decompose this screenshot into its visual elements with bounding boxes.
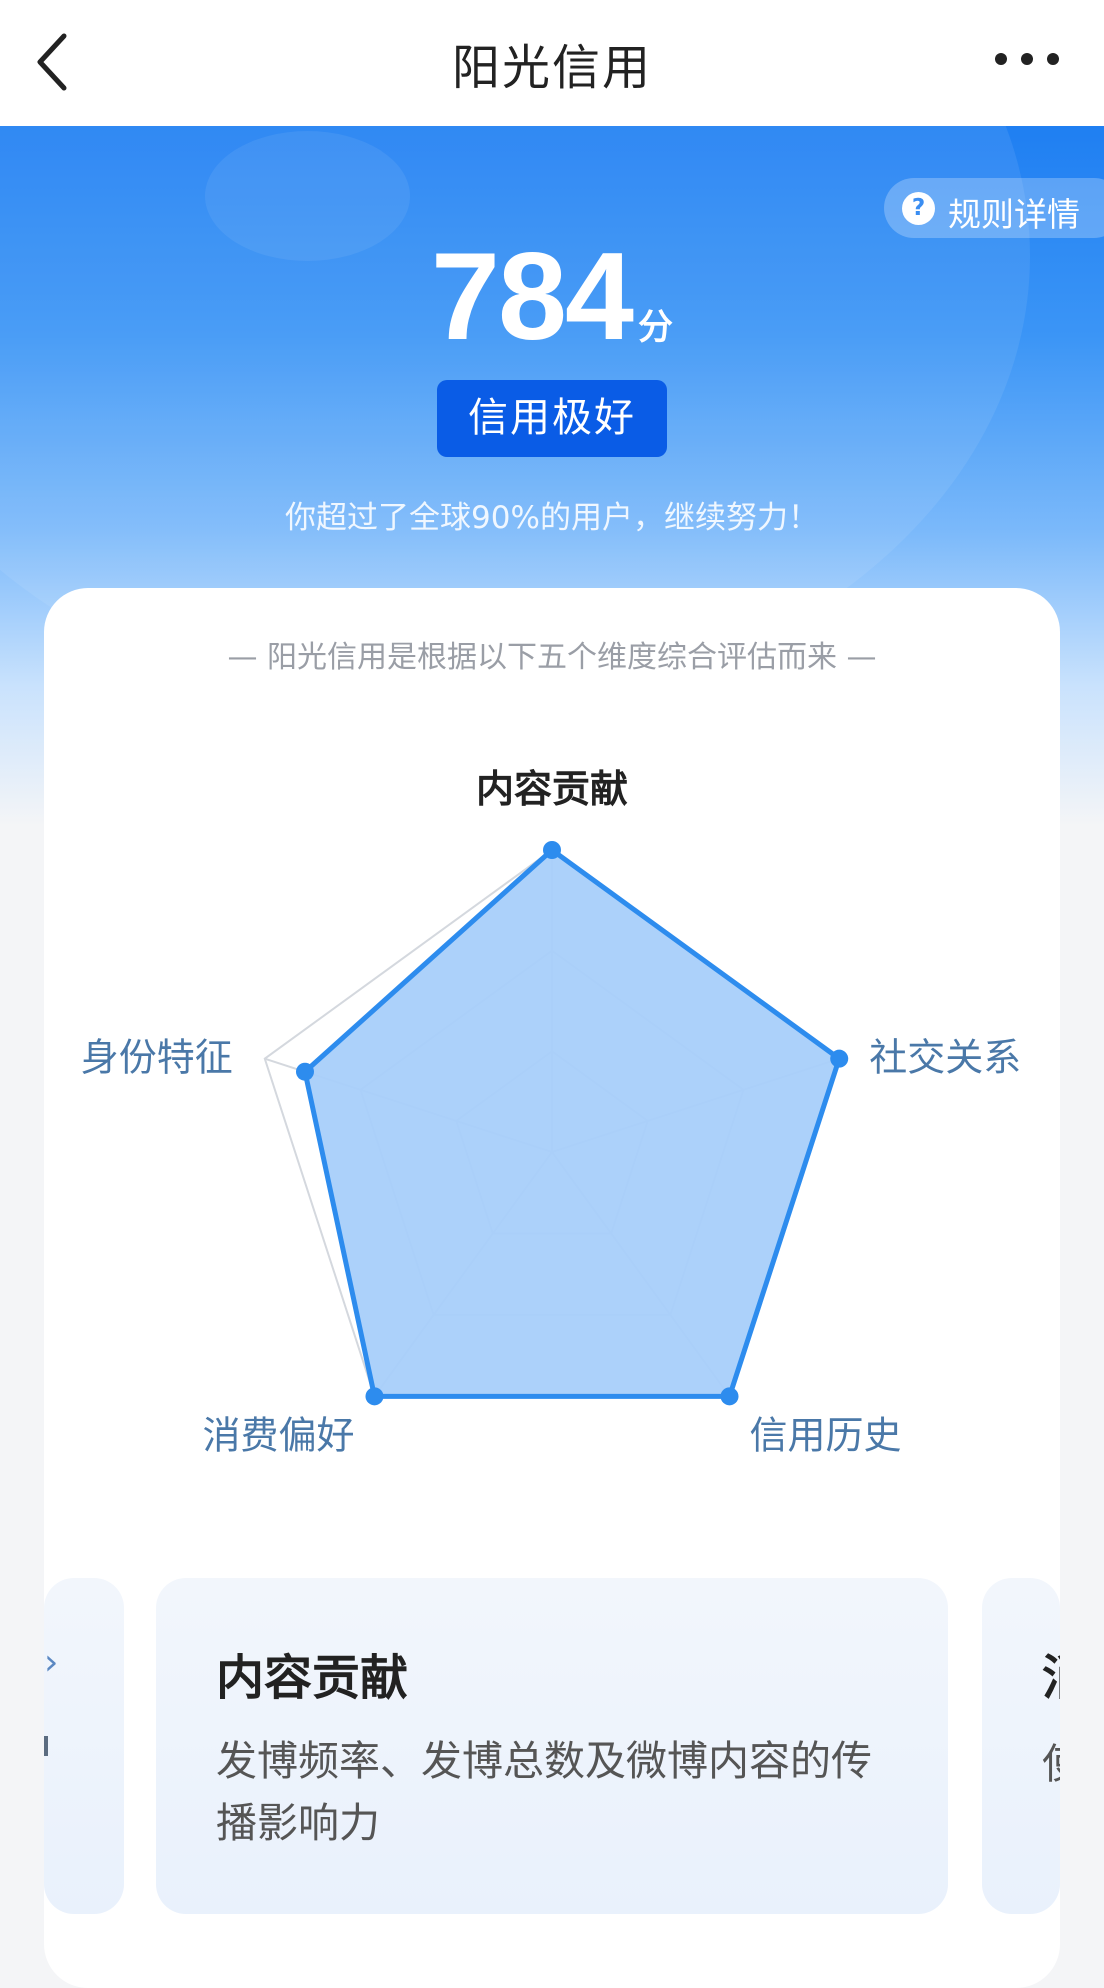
radar-label-3: 信用历史 [750,1413,902,1457]
dimension-desc: 发博频率、发博总数及微博内容的传播影响力 [216,1737,872,1847]
rank-text: 你超过了全球90%的用户，继续努力！ [285,500,819,536]
radar-point-3 [720,1387,739,1406]
dimension-desc-next: 使 [1042,1730,1060,1790]
radar-label-1: 内容贡献 [476,767,628,811]
question-icon: ? [902,192,935,225]
credit-level-badge: 信用极好 [437,380,667,457]
radar-label-2: 社交关系 [869,1036,1021,1080]
radar-point-4 [365,1387,384,1406]
dimension-title-next: 消 [1042,1638,1060,1708]
radar-label-5: 身份特征 [81,1036,233,1080]
radar-data-area [302,847,842,1399]
dimension-title: 内容贡献 [216,1650,409,1706]
radar-point-1 [543,841,561,859]
radar-chart: 内容贡献社交关系信用历史 消费偏好 身份特征 [81,767,1021,1457]
dimension-card-current[interactable]: 内容贡献 发博频率、发博总数及微博内容的传播影响力 [156,1578,948,1914]
dimension-card-next[interactable]: 消 使 [982,1578,1060,1914]
score-display: 784 分 [0,226,1104,368]
prev-card-text-fragment [44,1736,48,1756]
more-button[interactable] [992,44,1062,74]
page-title: 阳光信用 [451,40,652,96]
radar-label-4: 消费偏好 [202,1413,354,1457]
dimension-card-prev[interactable]: › [44,1578,124,1914]
nav-bar: 阳光信用 [0,0,1104,126]
chevron-right-icon: › [44,1642,59,1683]
radar-point-5 [295,1062,314,1081]
credit-score: 784 [431,228,634,366]
radar-point-2 [830,1049,849,1068]
score-unit: 分 [637,308,673,348]
more-icon [995,53,1059,65]
